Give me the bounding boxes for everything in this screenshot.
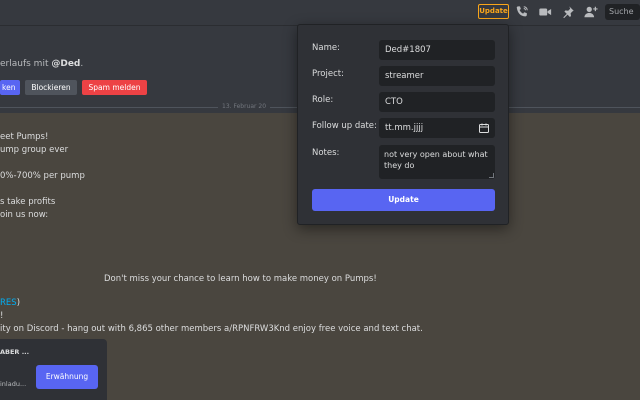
notification-title: ABER ...: [0, 348, 30, 356]
followup-date-field[interactable]: tt.mm.jjjj: [379, 118, 495, 138]
notes-textarea[interactable]: not very open about what they do: [379, 145, 495, 179]
notification-card: ABER ... Erwähnung inladu...: [0, 339, 107, 400]
block-button[interactable]: Blockieren: [25, 80, 77, 95]
contact-info-popup: Name: Ded#1807 Project: streamer Role: C…: [297, 24, 509, 225]
update-button[interactable]: Update: [312, 189, 495, 211]
add-member-icon[interactable]: [584, 5, 598, 19]
video-icon[interactable]: [538, 5, 552, 19]
message-line: eet Pumps!: [0, 132, 49, 142]
date-divider: 13. Februar 20: [218, 103, 271, 110]
notes-value: not very open about what they do: [384, 150, 488, 170]
project-field[interactable]: streamer: [379, 66, 495, 86]
phone-icon[interactable]: [515, 5, 529, 19]
name-label: Name:: [312, 43, 340, 53]
notification-subtitle: inladu...: [0, 380, 27, 388]
name-field[interactable]: Ded#1807: [379, 40, 495, 60]
message-line: 0%-700% per pump: [0, 171, 85, 181]
search-input[interactable]: Suche: [605, 4, 640, 20]
update-badge[interactable]: Update: [478, 4, 509, 19]
pin-icon[interactable]: [561, 5, 575, 19]
message-line: Don't miss your chance to learn how to m…: [104, 274, 377, 284]
report-spam-button[interactable]: Spam melden: [82, 80, 147, 95]
message-line: ity on Discord - hang out with 6,865 oth…: [0, 324, 423, 334]
message-line: RES): [0, 298, 21, 308]
role-field[interactable]: CTO: [379, 92, 495, 112]
mention-button[interactable]: Erwähnung: [36, 365, 98, 389]
mention-username[interactable]: @Ded: [51, 59, 80, 69]
calendar-icon[interactable]: [479, 123, 489, 133]
project-label: Project:: [312, 69, 344, 79]
message-line: ump group ever: [0, 145, 69, 155]
followup-date-label: Follow up date:: [312, 121, 377, 131]
notes-label: Notes:: [312, 148, 340, 158]
message-line: s take profits: [0, 197, 56, 207]
channel-header: Update Suche: [0, 0, 640, 26]
followup-date-value: tt.mm.jjjj: [385, 123, 424, 133]
message-link[interactable]: RES: [0, 298, 17, 308]
role-label: Role:: [312, 95, 334, 105]
message-line: oin us now:: [0, 210, 49, 220]
message-line: !: [0, 311, 4, 321]
dm-intro-text: erlaufs mit @Ded.: [0, 59, 84, 69]
add-friend-button[interactable]: ken: [0, 80, 20, 95]
resize-handle-icon[interactable]: [489, 173, 494, 178]
